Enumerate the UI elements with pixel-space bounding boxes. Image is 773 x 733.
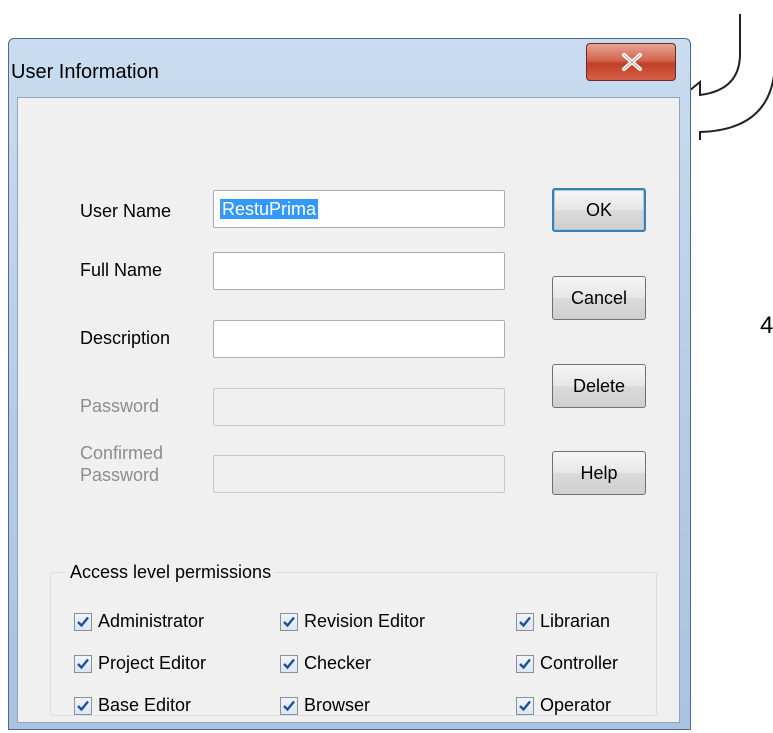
checkmark-icon bbox=[77, 658, 89, 670]
checkbox-revision-editor[interactable] bbox=[280, 613, 298, 631]
access-permissions-title: Access level permissions bbox=[66, 562, 276, 583]
annotation-number: 4 bbox=[760, 312, 773, 339]
close-button[interactable] bbox=[586, 43, 676, 81]
confirmed-password-label-line-2: Password bbox=[80, 465, 160, 485]
password-label: Password bbox=[80, 396, 160, 416]
permission-label: Librarian bbox=[540, 611, 611, 631]
full-name-input[interactable] bbox=[213, 252, 505, 290]
window-title: User Information bbox=[11, 61, 159, 83]
confirmed-password-label-line-1: Confirmed bbox=[80, 443, 164, 463]
user-information-dialog: User Information User Name Full Name Des… bbox=[8, 38, 691, 730]
confirmed-password-input[interactable] bbox=[213, 455, 505, 493]
checkmark-icon bbox=[519, 616, 531, 628]
permission-label: Browser bbox=[304, 695, 371, 715]
cancel-button[interactable]: Cancel bbox=[552, 276, 646, 320]
user-name-label: User Name bbox=[80, 201, 172, 221]
checkmark-icon bbox=[283, 658, 295, 670]
permission-label: Base Editor bbox=[98, 695, 192, 715]
permission-label: Controller bbox=[540, 653, 619, 673]
user-name-value: RestuPrima bbox=[220, 199, 319, 219]
password-input[interactable] bbox=[213, 388, 505, 426]
checkbox-checker[interactable] bbox=[280, 655, 298, 673]
description-input[interactable] bbox=[213, 320, 505, 358]
checkmark-icon bbox=[519, 700, 531, 712]
title-bar: User Information bbox=[9, 39, 690, 99]
help-button[interactable]: Help bbox=[552, 451, 646, 495]
permission-label: Project Editor bbox=[98, 653, 207, 673]
checkbox-controller[interactable] bbox=[516, 655, 534, 673]
permission-label: Operator bbox=[540, 695, 612, 715]
checkbox-browser[interactable] bbox=[280, 697, 298, 715]
delete-button[interactable]: Delete bbox=[552, 364, 646, 408]
permission-label: Administrator bbox=[98, 611, 205, 631]
user-name-input[interactable]: RestuPrima bbox=[213, 190, 505, 228]
close-x-icon bbox=[622, 53, 642, 71]
dialog-body: User Name Full Name Description Password… bbox=[17, 97, 680, 723]
checkmark-icon bbox=[77, 700, 89, 712]
checkmark-icon bbox=[283, 616, 295, 628]
description-label: Description bbox=[80, 328, 171, 348]
checkbox-operator[interactable] bbox=[516, 697, 534, 715]
checkbox-base-editor[interactable] bbox=[74, 697, 92, 715]
checkbox-project-editor[interactable] bbox=[74, 655, 92, 673]
permission-label: Checker bbox=[304, 653, 372, 673]
checkbox-administrator[interactable] bbox=[74, 613, 92, 631]
checkmark-icon bbox=[77, 616, 89, 628]
full-name-label: Full Name bbox=[80, 260, 163, 280]
checkmark-icon bbox=[519, 658, 531, 670]
checkmark-icon bbox=[283, 700, 295, 712]
ok-button[interactable]: OK bbox=[552, 188, 646, 232]
checkbox-librarian[interactable] bbox=[516, 613, 534, 631]
permission-label: Revision Editor bbox=[304, 611, 426, 631]
confirmed-password-label: Confirmed Password bbox=[80, 442, 163, 486]
